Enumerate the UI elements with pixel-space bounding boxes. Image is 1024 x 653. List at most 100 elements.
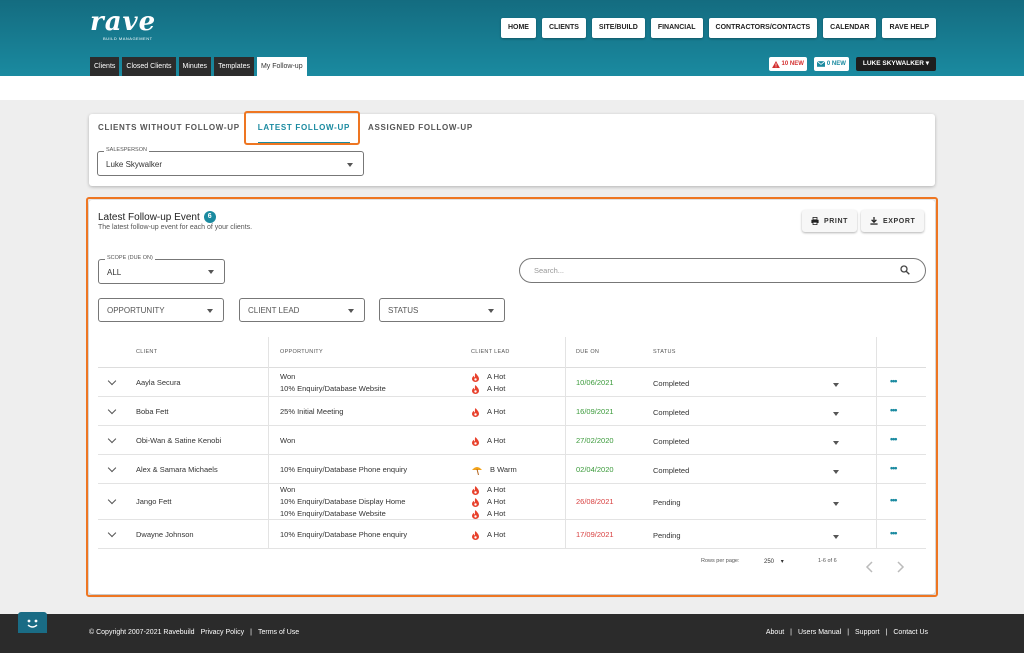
table-row[interactable]: Aayla Secura Won 10% Enquiry/Database Webs… xyxy=(98,368,926,397)
more-actions-icon[interactable]: ••• xyxy=(890,463,898,473)
next-page-icon[interactable] xyxy=(895,561,905,573)
support-link[interactable]: Support xyxy=(855,629,880,636)
column-status[interactable]: STATUS xyxy=(653,349,676,355)
rows-per-page-select[interactable]: 250 ▾ xyxy=(764,558,784,565)
nav-site-build[interactable]: SITE/BUILD xyxy=(591,18,645,38)
opportunity-filter[interactable]: OPPORTUNITY xyxy=(98,298,224,322)
client-lead-item: A Hot xyxy=(472,484,505,496)
tab-minutes[interactable]: Minutes xyxy=(178,57,212,76)
nav-rave-help[interactable]: RAVE HELP xyxy=(882,18,936,38)
tab-closed-clients[interactable]: Closed Clients xyxy=(122,57,176,76)
nav-contractors-contacts[interactable]: CONTRACTORS/CONTACTS xyxy=(708,18,818,38)
messages-count: 0 NEW xyxy=(826,61,846,67)
client-lead-text: A Hot xyxy=(487,530,506,539)
opportunity-filter-label: OPPORTUNITY xyxy=(107,306,165,315)
print-button[interactable]: PRINT xyxy=(802,210,857,232)
tab-clients-without-follow-up[interactable]: CLIENTS WITHOUT FOLLOW-UP xyxy=(89,114,249,144)
export-button[interactable]: EXPORT xyxy=(861,210,925,232)
tab-latest-follow-up[interactable]: LATEST FOLLOW-UP xyxy=(249,114,359,144)
expand-chevron-icon[interactable] xyxy=(107,463,117,473)
opportunity-cell: 25% Initial Meeting xyxy=(280,406,343,418)
scope-select[interactable]: SCOPE (DUE ON) ALL xyxy=(98,255,225,284)
more-actions-icon[interactable]: ••• xyxy=(890,434,898,444)
due-date: 27/02/2020 xyxy=(576,436,614,445)
beach-umbrella-icon xyxy=(472,466,482,475)
client-name[interactable]: Boba Fett xyxy=(136,406,169,418)
more-actions-icon[interactable]: ••• xyxy=(890,405,898,415)
export-label: EXPORT xyxy=(883,217,916,225)
opportunity-cell: Won xyxy=(280,435,295,447)
due-date: 10/06/2021 xyxy=(576,378,614,387)
client-name[interactable]: Aayla Secura xyxy=(136,377,181,389)
alerts-badge[interactable]: 10 NEW xyxy=(768,57,807,71)
search-input[interactable]: Search... xyxy=(519,258,926,283)
chat-widget-button[interactable] xyxy=(18,612,47,633)
client-lead-filter[interactable]: CLIENT LEAD xyxy=(239,298,365,322)
tab-my-follow-up[interactable]: My Follow-up xyxy=(256,57,307,76)
expand-chevron-icon[interactable] xyxy=(107,434,117,444)
follow-up-subtabs: CLIENTS WITHOUT FOLLOW-UP LATEST FOLLOW-… xyxy=(89,114,482,144)
client-name[interactable]: Jango Fett xyxy=(136,496,171,508)
client-name[interactable]: Obi-Wan & Satine Kenobi xyxy=(136,435,221,447)
expand-chevron-icon[interactable] xyxy=(107,495,117,505)
salesperson-select[interactable]: SALESPERSON Luke Skywalker xyxy=(97,147,364,176)
expand-chevron-icon[interactable] xyxy=(107,405,117,415)
more-actions-icon[interactable]: ••• xyxy=(890,495,898,505)
privacy-policy-link[interactable]: Privacy Policy xyxy=(201,629,245,636)
column-opportunity[interactable]: OPPORTUNITY xyxy=(280,349,323,355)
client-name[interactable]: Alex & Samara Michaels xyxy=(136,464,218,476)
status-select[interactable]: Completed xyxy=(653,378,843,390)
table-row[interactable]: Dwayne Johnson 10% Enquiry/Database Phone… xyxy=(98,520,926,549)
user-menu-button[interactable]: LUKE SKYWALKER ▾ xyxy=(855,57,936,71)
status-select[interactable]: Completed xyxy=(653,436,843,448)
table-row[interactable]: Boba Fett 25% Initial Meeting A Hot 16/09/2… xyxy=(98,397,926,426)
nav-home[interactable]: HOME xyxy=(500,18,536,38)
client-lead-item: A Hot xyxy=(472,383,505,395)
more-actions-icon[interactable]: ••• xyxy=(890,528,898,538)
alerts-count: 10 NEW xyxy=(781,61,804,67)
terms-of-use-link[interactable]: Terms of Use xyxy=(258,629,299,636)
table-row[interactable]: Jango Fett Won 10% Enquiry/Database Displa… xyxy=(98,484,926,520)
status-filter[interactable]: STATUS xyxy=(379,298,505,322)
tab-clients[interactable]: Clients xyxy=(90,57,120,76)
chevron-down-icon xyxy=(833,412,839,416)
contact-us-link[interactable]: Contact Us xyxy=(893,629,928,636)
footer-left: © Copyright 2007-2021 Ravebuild Privacy … xyxy=(89,629,299,636)
expand-chevron-icon[interactable] xyxy=(107,376,117,386)
event-count-badge: 6 xyxy=(203,211,216,223)
tab-assigned-follow-up[interactable]: ASSIGNED FOLLOW-UP xyxy=(359,114,482,144)
about-link[interactable]: About xyxy=(766,629,784,636)
more-actions-icon[interactable]: ••• xyxy=(890,376,898,386)
nav-financial[interactable]: FINANCIAL xyxy=(650,18,703,38)
client-lead-text: A Hot xyxy=(487,384,506,393)
status-select[interactable]: Completed xyxy=(653,407,843,419)
table-row[interactable]: Alex & Samara Michaels 10% Enquiry/Databa… xyxy=(98,455,926,484)
client-lead-item: A Hot xyxy=(472,496,505,508)
nav-calendar[interactable]: CALENDAR xyxy=(823,18,877,38)
opportunity-line: 10% Enquiry/Database Display Home xyxy=(280,497,406,506)
table-row[interactable]: Obi-Wan & Satine Kenobi Won A Hot 27/02/202… xyxy=(98,426,926,455)
client-lead-item: A Hot xyxy=(472,371,505,383)
messages-badge[interactable]: 0 NEW xyxy=(813,57,849,71)
status-select[interactable]: Pending xyxy=(653,497,843,509)
status-select[interactable]: Completed xyxy=(653,465,843,477)
column-client-lead[interactable]: CLIENT LEAD xyxy=(471,349,510,355)
expand-chevron-icon[interactable] xyxy=(107,528,117,538)
status-select[interactable]: Pending xyxy=(653,530,843,542)
client-name[interactable]: Dwayne Johnson xyxy=(136,529,194,541)
rave-logo[interactable]: rave xyxy=(90,7,156,37)
column-due-on[interactable]: DUE ON xyxy=(576,349,599,355)
chevron-down-icon xyxy=(833,470,839,474)
page-footer: © Copyright 2007-2021 Ravebuild Privacy … xyxy=(0,614,1024,653)
nav-clients[interactable]: CLIENTS xyxy=(541,18,586,38)
print-label: PRINT xyxy=(824,217,848,225)
users-manual-link[interactable]: Users Manual xyxy=(798,629,841,636)
previous-page-icon[interactable] xyxy=(865,561,875,573)
column-client[interactable]: CLIENT xyxy=(136,349,157,355)
fire-icon xyxy=(472,384,479,394)
opportunity-cell: 10% Enquiry/Database Phone enquiry xyxy=(280,529,407,541)
due-date: 26/08/2021 xyxy=(576,497,614,506)
opportunity-cell: 10% Enquiry/Database Phone enquiry xyxy=(280,464,407,476)
due-date: 17/09/2021 xyxy=(576,530,614,539)
tab-templates[interactable]: Templates xyxy=(214,57,254,76)
